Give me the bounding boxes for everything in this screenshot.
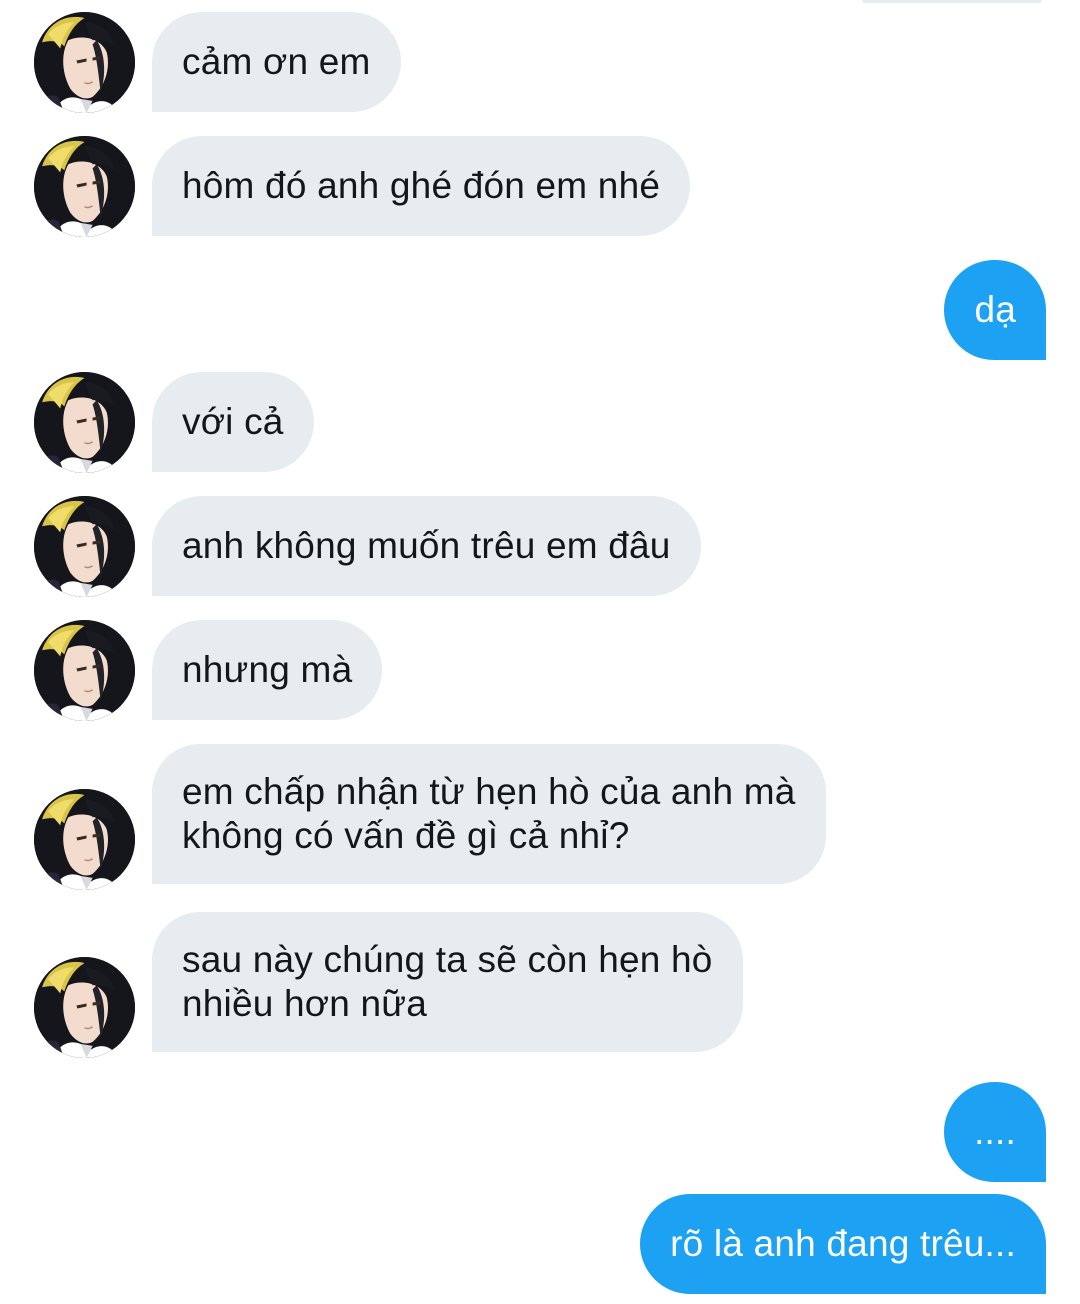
- incoming-message-bubble[interactable]: với cả: [152, 372, 314, 472]
- incoming-message-bubble[interactable]: em chấp nhận từ hẹn hò của anh mà không …: [152, 744, 826, 884]
- message-text: hôm đó anh ghé đón em nhé: [182, 165, 661, 206]
- message-text-line: nhiều hơn nữa: [182, 983, 428, 1024]
- message-text: rõ là anh đang trêu...: [670, 1223, 1016, 1264]
- outgoing-message-bubble[interactable]: dạ: [944, 260, 1046, 360]
- incoming-message-bubble[interactable]: sau này chúng ta sẽ còn hẹn hò nhiều hơn…: [152, 912, 743, 1052]
- previous-message-edge: [862, 0, 1042, 3]
- avatar-image-icon: [34, 136, 135, 237]
- message-text-line: không có vấn đề gì cả nhỉ?: [182, 815, 630, 856]
- message-text: với cả: [182, 401, 284, 442]
- outgoing-message-bubble[interactable]: ....: [944, 1082, 1046, 1182]
- message-text: anh không muốn trêu em đâu: [182, 525, 671, 566]
- avatar-image-icon: [34, 12, 135, 113]
- avatar-image-icon: [34, 620, 135, 721]
- avatar-image-icon: [34, 957, 135, 1058]
- incoming-message-bubble[interactable]: cảm ơn em: [152, 12, 401, 112]
- message-text: ....: [974, 1111, 1016, 1152]
- sender-avatar[interactable]: [34, 957, 135, 1058]
- message-text: cảm ơn em: [182, 41, 371, 82]
- incoming-message-bubble[interactable]: hôm đó anh ghé đón em nhé: [152, 136, 691, 236]
- sender-avatar[interactable]: [34, 372, 135, 473]
- outgoing-message-bubble[interactable]: rõ là anh đang trêu...: [640, 1194, 1046, 1294]
- avatar-image-icon: [34, 372, 135, 473]
- message-text: nhưng mà: [182, 649, 353, 690]
- sender-avatar[interactable]: [34, 789, 135, 890]
- incoming-message-bubble[interactable]: nhưng mà: [152, 620, 383, 720]
- sender-avatar[interactable]: [34, 496, 135, 597]
- message-text-line: em chấp nhận từ hẹn hò của anh mà: [182, 771, 796, 812]
- sender-avatar[interactable]: [34, 620, 135, 721]
- incoming-message-bubble[interactable]: anh không muốn trêu em đâu: [152, 496, 701, 596]
- message-text-line: sau này chúng ta sẽ còn hẹn hò: [182, 939, 713, 980]
- avatar-image-icon: [34, 496, 135, 597]
- avatar-image-icon: [34, 789, 135, 890]
- message-text: dạ: [974, 289, 1016, 330]
- sender-avatar[interactable]: [34, 12, 135, 113]
- sender-avatar[interactable]: [34, 136, 135, 237]
